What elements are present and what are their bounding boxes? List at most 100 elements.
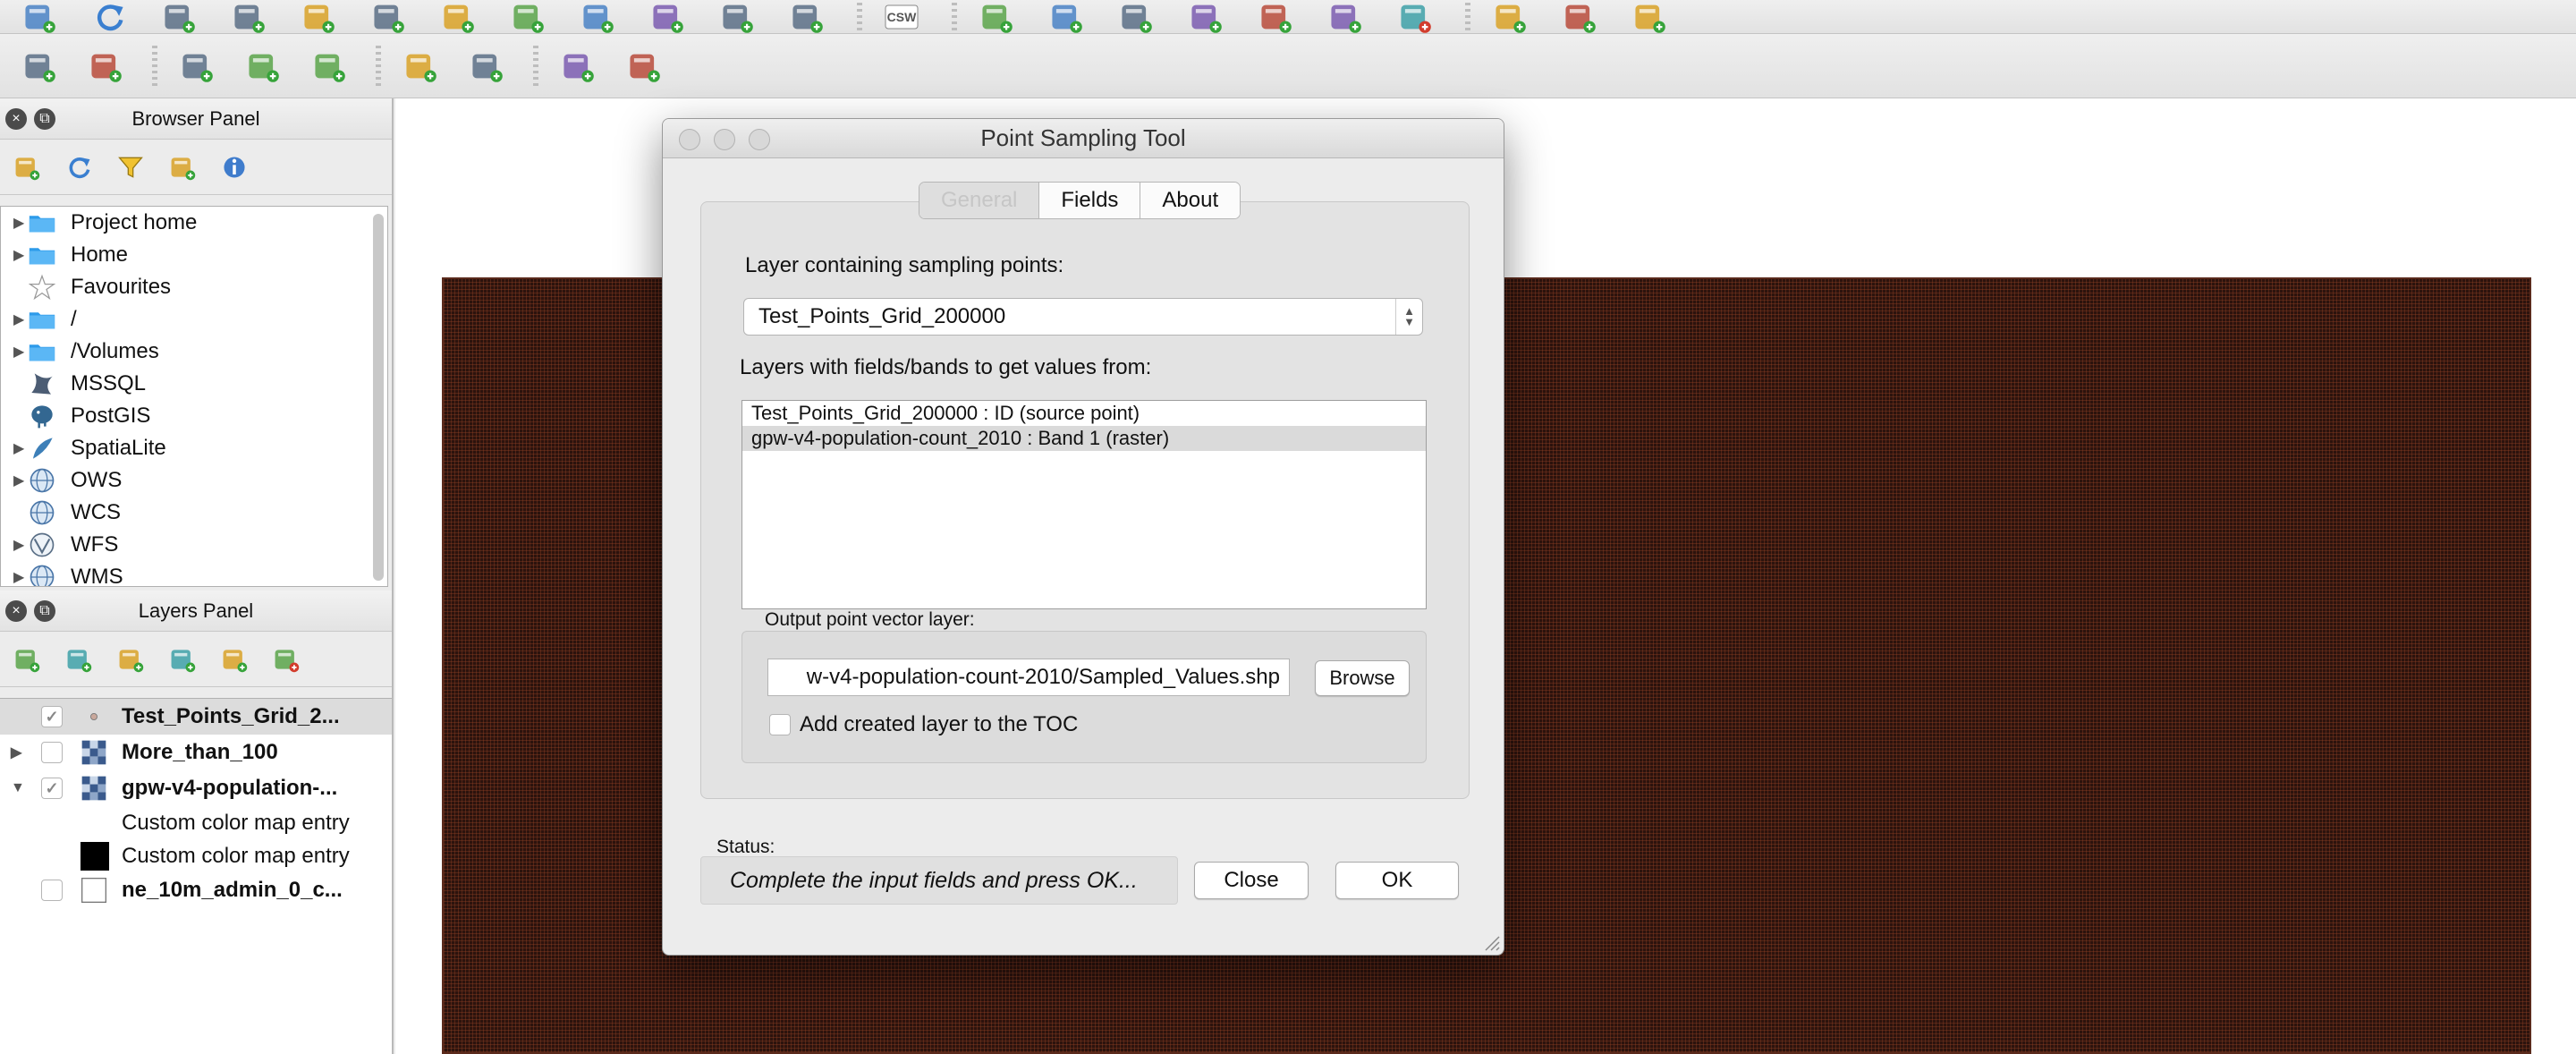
layer-settings-icon[interactable] (397, 43, 444, 89)
metasearch-import-icon[interactable] (16, 43, 63, 89)
expand-arrow-icon[interactable]: ▶ (1, 568, 24, 586)
delete-selected-icon[interactable] (1392, 1, 1438, 33)
expand-arrow-icon[interactable]: ▶ (1, 310, 24, 328)
add-group-icon[interactable] (11, 643, 43, 676)
layer-row[interactable]: ▶ More_than_100 (0, 735, 392, 770)
layer-row[interactable]: ▼ ✓ gpw-v4-population-... (0, 770, 392, 806)
window-zoom-button[interactable] (749, 129, 770, 150)
expand-arrow-icon[interactable]: ▶ (0, 744, 41, 761)
layer-visibility-checkbox[interactable] (41, 880, 63, 901)
layer-visibility-checkbox[interactable] (41, 742, 63, 763)
dialog-title-bar[interactable]: Point Sampling Tool (663, 119, 1504, 158)
fields-bands-list[interactable]: Test_Points_Grid_200000 : ID (source poi… (741, 400, 1427, 609)
add-spatialite-icon[interactable] (365, 1, 411, 33)
browser-item[interactable]: ▶ /Volumes (1, 336, 387, 368)
collapse-all-icon[interactable] (166, 151, 199, 183)
info-icon[interactable] (218, 151, 250, 183)
info-check-icon[interactable] (306, 43, 352, 89)
filter-legend-icon[interactable] (114, 643, 147, 676)
browser-item[interactable]: PostGIS (1, 400, 387, 432)
python-icon[interactable] (16, 1, 63, 33)
window-minimize-button[interactable] (714, 129, 735, 150)
list-item[interactable]: Test_Points_Grid_200000 : ID (source poi… (742, 401, 1426, 426)
manage-visibility-icon[interactable] (63, 643, 95, 676)
new-layer-icon[interactable] (784, 1, 830, 33)
refresh-icon[interactable] (86, 1, 132, 33)
tab-general[interactable]: General (919, 183, 1040, 218)
paste-features-icon[interactable] (1626, 1, 1673, 33)
network-alt-icon[interactable] (621, 43, 667, 89)
add-selected-icon[interactable] (11, 151, 43, 183)
browser-item[interactable]: ▶ Project home (1, 207, 387, 239)
add-vector-icon[interactable] (156, 1, 202, 33)
browser-item[interactable]: WCS (1, 497, 387, 529)
resize-grip-icon[interactable] (1482, 933, 1500, 951)
expand-arrow-icon[interactable]: ▶ (1, 246, 24, 264)
csw-icon[interactable]: CSW (878, 1, 925, 33)
browser-item[interactable]: ▶ Home (1, 239, 387, 271)
move-feature-icon[interactable] (1322, 1, 1368, 33)
float-icon[interactable]: ⧉ (34, 108, 55, 130)
add-raster-icon[interactable] (225, 1, 272, 33)
add-wms-icon[interactable] (504, 1, 551, 33)
edit-pencil-icon[interactable] (1043, 1, 1089, 33)
tab-fields[interactable]: Fields (1039, 183, 1141, 218)
filter-icon[interactable] (114, 151, 147, 183)
digitize-icon[interactable] (973, 1, 1020, 33)
add-postgis-icon[interactable] (295, 1, 342, 33)
layer-row[interactable]: ne_10m_admin_0_c... (0, 872, 392, 908)
add-wfs-icon[interactable] (644, 1, 691, 33)
add-mssql-icon[interactable] (435, 1, 481, 33)
browser-tree[interactable]: ▶ Project home ▶ Home Favourites ▶ / ▶ /Vol… (0, 206, 388, 587)
raster-icon (79, 773, 109, 803)
tab-about[interactable]: About (1140, 183, 1241, 218)
list-item[interactable]: gpw-v4-population-count_2010 : Band 1 (r… (742, 426, 1426, 451)
sampling-layer-select[interactable]: Test_Points_Grid_200000 ▲ ▼ (743, 298, 1423, 336)
expand-all-icon[interactable] (166, 643, 199, 676)
browser-item[interactable]: Favourites (1, 271, 387, 303)
network-icon[interactable] (555, 43, 601, 89)
expand-arrow-icon[interactable]: ▶ (1, 214, 24, 232)
add-feature-icon[interactable] (1182, 1, 1229, 33)
remove-layer-icon[interactable] (270, 643, 302, 676)
layer-visibility-checkbox[interactable]: ✓ (41, 706, 63, 727)
metasearch-export-icon[interactable] (82, 43, 129, 89)
browser-item[interactable]: ▶ SpatiaLite (1, 432, 387, 464)
node-tool-icon[interactable] (1252, 1, 1299, 33)
expand-arrow-icon[interactable]: ▶ (1, 536, 24, 554)
edit-attributes-icon[interactable] (240, 43, 286, 89)
float-icon[interactable]: ⧉ (34, 600, 55, 622)
add-delimited-icon[interactable] (714, 1, 760, 33)
layer-visibility-checkbox[interactable]: ✓ (41, 778, 63, 799)
add-to-toc-checkbox[interactable] (769, 714, 791, 735)
browser-scrollbar[interactable] (373, 214, 384, 581)
browser-item-label: MSSQL (71, 371, 147, 395)
browser-item[interactable]: ▶ OWS (1, 464, 387, 497)
ok-button[interactable]: OK (1335, 862, 1459, 899)
window-close-button[interactable] (679, 129, 700, 150)
collapse-all-icon[interactable] (218, 643, 250, 676)
save-edits-icon[interactable] (1113, 1, 1159, 33)
output-file-input[interactable]: w-v4-population-count-2010/Sampled_Value… (767, 659, 1290, 696)
browse-button[interactable]: Browse (1315, 660, 1410, 696)
expand-arrow-icon[interactable]: ▶ (1, 343, 24, 361)
close-icon[interactable]: × (5, 108, 27, 130)
close-icon[interactable]: × (5, 600, 27, 622)
expand-arrow-icon[interactable]: ▼ (0, 780, 41, 796)
identify-icon[interactable] (174, 43, 220, 89)
add-wcs-icon[interactable] (574, 1, 621, 33)
tools-icon[interactable] (463, 43, 510, 89)
expand-arrow-icon[interactable]: ▶ (1, 472, 24, 489)
browser-item[interactable]: MSSQL (1, 368, 387, 400)
cut-features-icon[interactable] (1487, 1, 1533, 33)
layers-list[interactable]: ✓ Test_Points_Grid_2... ▶ More_than_100 ▼ … (0, 698, 392, 1054)
close-button[interactable]: Close (1194, 862, 1309, 899)
layer-row[interactable]: ✓ Test_Points_Grid_2... (0, 699, 392, 735)
legend-entry: Custom color map entry (0, 806, 392, 839)
refresh-icon[interactable] (63, 151, 95, 183)
browser-item[interactable]: ▶ WMS (1, 561, 387, 586)
browser-item[interactable]: ▶ / (1, 303, 387, 336)
browser-item[interactable]: ▶ WFS (1, 529, 387, 561)
expand-arrow-icon[interactable]: ▶ (1, 439, 24, 457)
copy-features-icon[interactable] (1556, 1, 1603, 33)
